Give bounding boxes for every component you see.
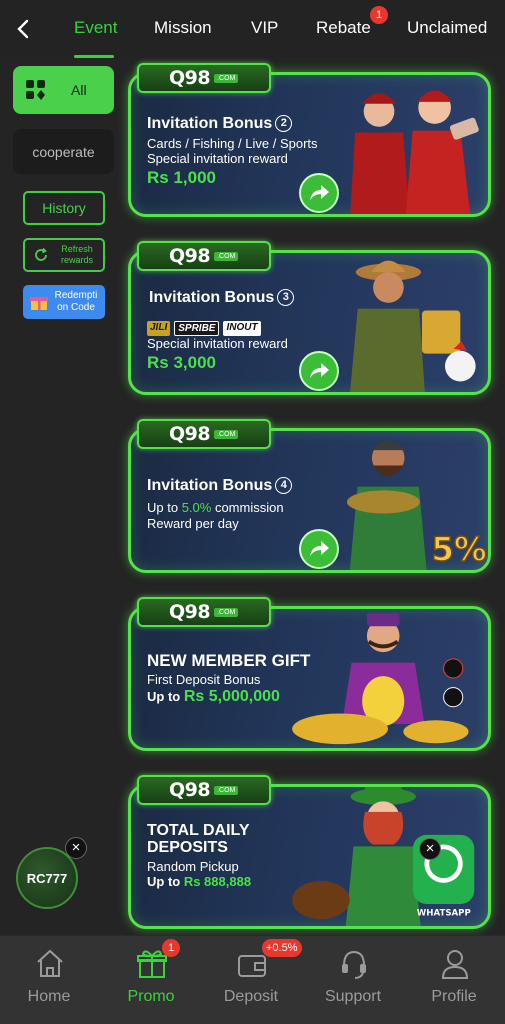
card-amount-line: Up to Rs 5,000,000	[147, 688, 280, 705]
promo-badge: 1	[162, 939, 180, 957]
share-arrow-icon	[310, 185, 329, 200]
brand-logo-tag: Q98 .COM	[137, 597, 271, 627]
card-subtitle: Cards / Fishing / Live / Sports	[147, 136, 318, 151]
card-amount: Rs 3,000	[147, 353, 216, 372]
rc777-close-button[interactable]: ×	[65, 837, 87, 859]
promo-card-invitation-2[interactable]: Invitation Bonus 2 Cards / Fishing / Live…	[128, 72, 491, 217]
share-arrow-button[interactable]	[299, 351, 339, 391]
provider-logo: JILI	[147, 321, 171, 336]
chevron-left-icon	[17, 19, 29, 39]
card-amount: Rs 1,000	[147, 168, 216, 187]
nav-profile-label: Profile	[431, 988, 477, 1005]
provider-logo: INOUT	[223, 321, 261, 336]
tab-unclaimed[interactable]: Unclaimed	[407, 18, 487, 38]
card-amount-line: Up to Rs 888,888	[147, 874, 252, 889]
card-description: Special invitation reward	[147, 336, 288, 351]
rebate-badge: 1	[370, 6, 388, 24]
promo-page: Event Mission VIP Rebate 1 Unclaimed All…	[0, 0, 505, 1024]
history-button[interactable]: History	[23, 191, 105, 225]
sidebar-item-cooperate[interactable]: cooperate	[13, 129, 114, 174]
card-title: Invitation Bonus 4	[147, 477, 293, 495]
tab-mission[interactable]: Mission	[154, 18, 212, 38]
refresh-label: Refresh rewards	[60, 244, 93, 265]
nav-profile[interactable]: Profile	[409, 936, 499, 1024]
provider-logos: JILI SPRIBE INOUT	[147, 321, 261, 336]
top-tab-bar: Event Mission VIP Rebate 1 Unclaimed	[0, 0, 505, 58]
nav-support[interactable]: Support	[308, 936, 398, 1024]
card-title: TOTAL DAILY	[147, 822, 250, 839]
user-icon	[441, 950, 469, 979]
headset-icon	[342, 950, 366, 979]
bottom-nav: Home Promo 1 Deposit +0.5% Support Profi…	[0, 935, 505, 1024]
redeem-label: Redempti on Code	[54, 290, 98, 313]
card-description: Reward per day	[147, 516, 239, 531]
nav-home[interactable]: Home	[4, 936, 94, 1024]
gift-box-icon	[30, 297, 48, 310]
five-percent-art: 5%	[431, 530, 486, 568]
card-title: Invitation Bonus 3	[149, 289, 295, 307]
nav-promo-label: Promo	[127, 988, 175, 1005]
grid-icon	[26, 80, 45, 100]
redemption-code-button[interactable]: Redempti on Code	[23, 285, 105, 319]
brand-logo-tag: Q98 .COM	[137, 63, 271, 93]
whatsapp-label: WHATSAPP	[417, 908, 471, 918]
card-subtitle: First Deposit Bonus	[147, 672, 261, 687]
sidebar-item-all[interactable]: All	[13, 66, 114, 114]
card-title-line2: DEPOSITS	[147, 839, 228, 856]
refresh-rewards-button[interactable]: Refresh rewards	[23, 238, 105, 272]
share-arrow-icon	[310, 541, 329, 556]
share-arrow-button[interactable]	[299, 173, 339, 213]
nav-deposit-label: Deposit	[223, 988, 279, 1005]
active-tab-indicator	[74, 55, 114, 58]
nav-home-label: Home	[27, 988, 71, 1005]
back-button[interactable]	[10, 16, 36, 42]
promo-card-new-member-gift[interactable]: NEW MEMBER GIFT First Deposit Bonus Up t…	[128, 606, 491, 751]
whatsapp-close-button[interactable]: ×	[419, 838, 441, 860]
card-title: Invitation Bonus 2	[147, 115, 293, 133]
brand-logo-tag: Q98 .COM	[137, 419, 271, 449]
card-description: Special invitation reward	[147, 151, 288, 166]
provider-logo: SPRIBE	[174, 321, 220, 336]
tab-rebate[interactable]: Rebate	[316, 18, 371, 38]
pilots-illustration	[350, 90, 479, 214]
brand-logo-tag: Q98 .COM	[137, 775, 271, 805]
card-subtitle: Random Pickup	[147, 859, 239, 874]
card-subtitle: Up to 5.0% commission	[147, 500, 284, 515]
tab-event[interactable]: Event	[74, 18, 117, 38]
nav-support-label: Support	[324, 988, 382, 1005]
promo-card-invitation-4[interactable]: 5% Invitation Bonus 4 Up to 5.0% commissi…	[128, 428, 491, 573]
brand-logo-tag: Q98 .COM	[137, 241, 271, 271]
home-icon	[37, 949, 63, 977]
sidebar-all-label: All	[71, 82, 87, 98]
nav-promo[interactable]: Promo	[106, 936, 196, 1024]
card-title: NEW MEMBER GIFT	[147, 651, 311, 670]
share-arrow-icon	[310, 363, 329, 378]
promo-card-invitation-3[interactable]: Invitation Bonus 3 JILI SPRIBE INOUT Spec…	[128, 250, 491, 395]
share-arrow-button[interactable]	[299, 529, 339, 569]
gentleman-illustration	[292, 612, 469, 745]
deposit-badge: +0.5%	[262, 939, 302, 957]
tab-vip[interactable]: VIP	[251, 18, 278, 38]
refresh-icon	[35, 247, 47, 261]
leprechaun-illustration: WHATSAPP	[292, 787, 475, 926]
